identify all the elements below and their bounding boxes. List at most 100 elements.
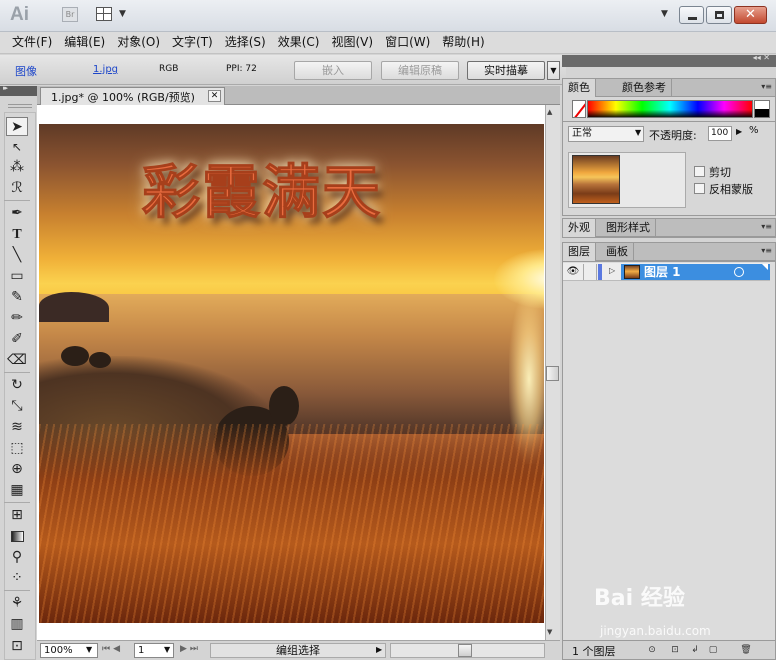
opacity-slider-icon[interactable]: ▶ (736, 127, 742, 136)
shape-builder-tool-icon[interactable]: ⊕ (6, 460, 28, 479)
color-spectrum[interactable] (587, 100, 753, 118)
document-tab[interactable]: 1.jpg* @ 100% (RGB/预览) ✕ (40, 87, 225, 105)
placed-image[interactable]: 彩霞满天 (39, 124, 544, 623)
chevron-down-icon[interactable]: ▼ (119, 9, 126, 19)
layer-target-icon[interactable] (734, 267, 744, 277)
live-trace-button[interactable]: 实时描摹 (467, 61, 545, 80)
scroll-down-icon[interactable]: ▼ (547, 628, 552, 636)
menu-select[interactable]: 选择(S) (219, 32, 272, 53)
edit-original-button[interactable]: 编辑原稿 (381, 61, 459, 80)
menu-view[interactable]: 视图(V) (325, 32, 379, 53)
layer-name[interactable]: 图层 1 (644, 264, 681, 280)
tab-color[interactable]: 颜色 (563, 79, 596, 97)
tab-appearance[interactable]: 外观 (563, 219, 596, 237)
lasso-tool-icon[interactable]: ℛ (6, 179, 28, 198)
maximize-button[interactable] (706, 6, 732, 24)
menu-help[interactable]: 帮助(H) (436, 32, 490, 53)
close-icon[interactable]: ✕ (208, 90, 221, 102)
status-text[interactable]: 编组选择 (210, 643, 386, 658)
blend-mode-select[interactable]: 正常 (568, 126, 644, 142)
linked-file-link[interactable]: 1.jpg (93, 64, 118, 75)
gradient-tool-icon[interactable] (6, 527, 28, 546)
clip-checkbox[interactable] (694, 166, 705, 177)
pencil-tool-icon[interactable]: ✏ (6, 309, 28, 328)
close-button[interactable]: ✕ (733, 6, 768, 24)
rotate-tool-icon[interactable]: ↻ (6, 376, 28, 395)
perspective-grid-tool-icon[interactable]: ▦ (6, 481, 28, 500)
menu-effect[interactable]: 效果(C) (272, 32, 326, 53)
panel-menu-icon[interactable]: ▾≡ (761, 82, 772, 91)
vertical-scroll-thumb[interactable] (546, 366, 559, 381)
trace-options-dropdown[interactable]: ▼ (547, 61, 560, 80)
scale-tool-icon[interactable]: ⤡ (6, 397, 28, 416)
minimize-button[interactable] (679, 6, 705, 24)
menu-file[interactable]: 文件(F) (6, 32, 58, 53)
menu-object[interactable]: 对象(O) (111, 32, 166, 53)
paintbrush-tool-icon[interactable]: ✎ (6, 288, 28, 307)
column-graph-tool-icon[interactable]: ▥ (6, 615, 28, 634)
appearance-panel: 外观 图形样式 ▾≡ (562, 218, 776, 238)
selection-tool-icon[interactable]: ➤ (6, 117, 28, 136)
first-prev-artboard-icons[interactable]: ⏮◀ (102, 644, 123, 654)
arrange-documents-icon[interactable] (96, 7, 112, 21)
chevron-down-icon[interactable]: ▼ (164, 645, 170, 654)
eye-icon[interactable]: 👁 (565, 264, 581, 280)
toolbox-collapse-handle[interactable] (0, 84, 37, 96)
workspace-switcher-icon[interactable]: ▼ (661, 9, 668, 19)
trash-icon[interactable]: 🗑 (740, 644, 752, 656)
menu-window[interactable]: 窗口(W) (379, 32, 436, 53)
blend-tool-icon[interactable]: ⁘ (6, 569, 28, 588)
locate-object-icon[interactable]: ⊙ (646, 644, 658, 656)
panel-menu-icon[interactable]: ▾≡ (761, 222, 772, 231)
window-controls: ✕ (679, 6, 769, 26)
status-menu-icon[interactable]: ▶ (376, 645, 382, 654)
eyedropper-tool-icon[interactable]: ⚲ (6, 548, 28, 567)
artboard-tool-icon[interactable]: ⊡ (6, 637, 28, 656)
pen-tool-icon[interactable]: ✒ (6, 204, 28, 223)
object-type-label[interactable]: 图像 (15, 63, 37, 79)
clip-label: 剪切 (709, 166, 731, 179)
menu-type[interactable]: 文字(T) (166, 32, 219, 53)
symbol-sprayer-tool-icon[interactable]: ⚘ (6, 594, 28, 613)
embed-button[interactable]: 嵌入 (294, 61, 372, 80)
object-thumbnail[interactable] (572, 155, 620, 204)
black-white-swatch[interactable] (754, 100, 770, 118)
next-last-artboard-icons[interactable]: ▶⏭ (180, 644, 201, 654)
eraser-tool-icon[interactable]: ⌫ (6, 351, 28, 370)
horizontal-scroll-thumb[interactable] (458, 644, 472, 657)
blob-brush-tool-icon[interactable]: ✐ (6, 330, 28, 349)
panel-dock-header[interactable]: ◂◂ ✕ (562, 53, 776, 67)
direct-selection-tool-icon[interactable]: ↖ (6, 138, 28, 157)
chevron-down-icon[interactable]: ▼ (635, 128, 641, 137)
panel-menu-icon[interactable]: ▾≡ (761, 246, 772, 255)
new-sublayer-icon[interactable]: ↲ (689, 644, 701, 656)
warp-tool-icon[interactable]: ≋ (6, 418, 28, 437)
layer-count: 1 个图层 (572, 645, 616, 658)
tab-layers[interactable]: 图层 (563, 243, 596, 261)
line-tool-icon[interactable]: ╲ (6, 246, 28, 265)
type-tool-icon[interactable]: T (6, 225, 28, 244)
chevron-down-icon[interactable]: ▼ (86, 645, 92, 654)
invert-mask-checkbox[interactable] (694, 183, 705, 194)
mesh-tool-icon[interactable]: ⊞ (6, 506, 28, 525)
bridge-button[interactable]: Br (62, 7, 78, 22)
new-layer-icon[interactable]: ▢ (707, 644, 719, 656)
tab-artboards[interactable]: 画板 (601, 243, 634, 261)
layer-thumbnail (624, 265, 640, 279)
layer-selection-indicator[interactable] (752, 264, 770, 280)
tab-graphic-styles[interactable]: 图形样式 (601, 219, 656, 237)
headline-text[interactable]: 彩霞满天 (141, 145, 382, 229)
scroll-up-icon[interactable]: ▲ (547, 108, 552, 116)
rectangle-tool-icon[interactable]: ▭ (6, 267, 28, 286)
opacity-field[interactable]: 100 (708, 126, 732, 141)
magic-wand-tool-icon[interactable]: ⁂ (6, 158, 28, 177)
make-clipping-mask-icon[interactable]: ⊡ (669, 644, 681, 656)
layers-panel: 图层 画板 ▾≡ (562, 242, 776, 262)
free-transform-tool-icon[interactable]: ⬚ (6, 439, 28, 458)
none-swatch[interactable] (572, 100, 586, 118)
tab-color-guide[interactable]: 颜色参考 (617, 79, 672, 97)
expand-layer-icon[interactable]: ▷ (609, 266, 615, 275)
menu-edit[interactable]: 编辑(E) (58, 32, 111, 53)
lock-toggle[interactable] (583, 264, 597, 280)
toolbox-grip[interactable] (8, 104, 32, 108)
